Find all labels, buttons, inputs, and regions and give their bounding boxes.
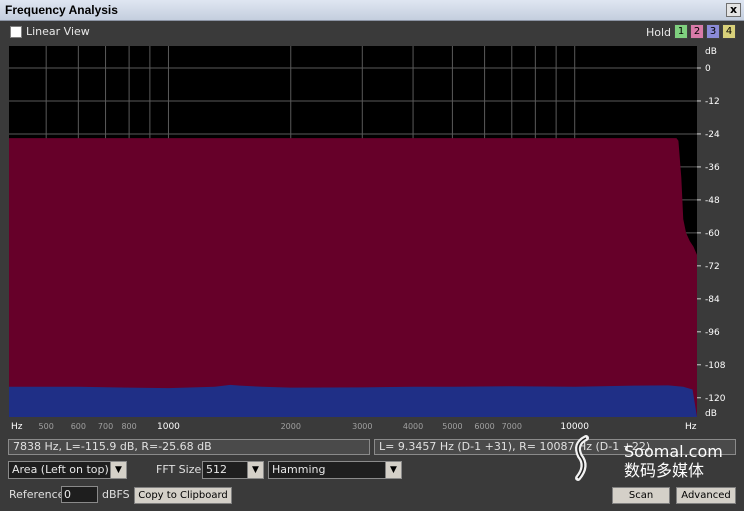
y-unit-label-top: dB	[705, 47, 717, 57]
cursor-readout: 7838 Hz, L=-115.9 dB, R=-25.68 dB	[8, 439, 370, 455]
y-tick-label: -72	[705, 262, 720, 272]
fft-size-label: FFT Size	[156, 463, 202, 476]
series-area-1	[9, 138, 697, 417]
title-bar: Frequency Analysis x	[0, 0, 744, 21]
x-tick-label: 1000	[157, 422, 180, 432]
x-tick-label: 4000	[403, 422, 423, 431]
close-button[interactable]: x	[726, 3, 741, 17]
watermark-line-1: Soomal.com	[624, 442, 723, 461]
fft-size-value: 512	[206, 463, 227, 476]
hold-button-4[interactable]: 4	[722, 24, 736, 39]
hold-button-2[interactable]: 2	[690, 24, 704, 39]
x-tick-label: 3000	[352, 422, 372, 431]
spectrum-chart[interactable]: 0 -12 -24 -36 -48 -60 -72 -84 -96 -108 -120 500 600…	[0, 42, 744, 434]
y-tick-label: -108	[705, 361, 726, 371]
top-toolbar: Linear View Hold 1 2 3 4	[0, 22, 744, 42]
x-tick-label: 7000	[502, 422, 522, 431]
linear-view-checkbox[interactable]	[10, 26, 22, 38]
y-tick-label: -120	[705, 394, 726, 404]
site-watermark: Soomal.com 数码多媒体	[575, 435, 723, 481]
chevron-down-icon[interactable]: ▼	[247, 462, 263, 478]
x-tick-label: 700	[98, 422, 113, 431]
hold-label: Hold	[646, 26, 672, 39]
x-tick-label: 5000	[442, 422, 462, 431]
y-tick-label: -84	[705, 295, 720, 305]
y-tick-label: -48	[705, 196, 720, 206]
watermark-line-2: 数码多媒体	[624, 461, 704, 480]
y-tick-label: -12	[705, 97, 720, 107]
x-tick-label: 800	[121, 422, 136, 431]
linear-view-label: Linear View	[26, 25, 90, 38]
x-tick-label: 500	[39, 422, 54, 431]
window-title: Frequency Analysis	[5, 3, 118, 17]
mode-value: Area (Left on top)	[12, 463, 109, 476]
y-tick-label: -60	[705, 229, 720, 239]
x-unit-label-left: Hz	[11, 422, 23, 432]
hold-button-3[interactable]: 3	[706, 24, 720, 39]
y-tick-label: -36	[705, 163, 720, 173]
window-function-value: Hamming	[272, 463, 326, 476]
reference-label: Reference	[9, 488, 65, 501]
chevron-down-icon[interactable]: ▼	[110, 462, 126, 478]
series-area-2	[9, 384, 697, 417]
copy-to-clipboard-button[interactable]: Copy to Clipboard	[134, 487, 232, 504]
series-layer	[9, 138, 697, 417]
window-function-dropdown[interactable]: Hamming ▼	[268, 461, 402, 479]
reference-unit: dBFS	[102, 488, 130, 501]
y-tick-label: -96	[705, 328, 720, 338]
y-unit-label-bottom: dB	[705, 409, 717, 419]
y-tick-label: 0	[705, 64, 711, 74]
reference-input[interactable]: 0	[61, 486, 98, 503]
x-tick-label: 2000	[281, 422, 301, 431]
x-tick-label: 6000	[474, 422, 494, 431]
spectrum-plot[interactable]: 0 -12 -24 -36 -48 -60 -72 -84 -96 -108 -120 500 600…	[0, 42, 744, 434]
hold-button-1[interactable]: 1	[674, 24, 688, 39]
y-tick-label: -24	[705, 130, 720, 140]
chevron-down-icon[interactable]: ▼	[385, 462, 401, 478]
fft-size-dropdown[interactable]: 512 ▼	[202, 461, 264, 479]
x-tick-label: 600	[71, 422, 86, 431]
mode-dropdown[interactable]: Area (Left on top) ▼	[8, 461, 127, 479]
